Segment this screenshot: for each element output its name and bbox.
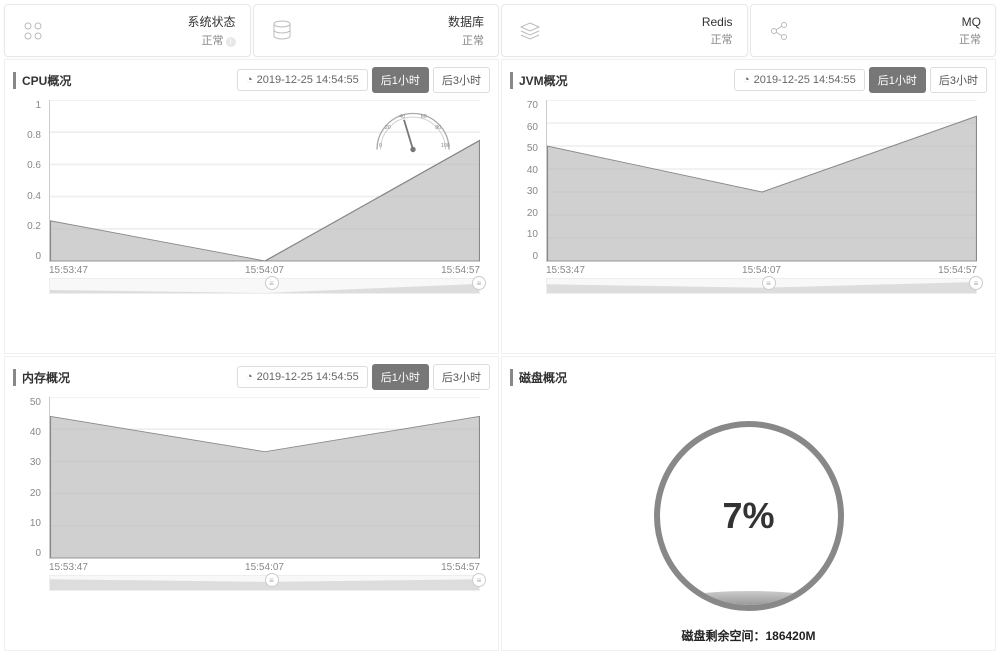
panel-title-cpu: CPU概况: [13, 72, 71, 89]
range-1h-button[interactable]: 后1小时: [372, 67, 429, 93]
svg-text:100: 100: [441, 143, 450, 149]
y-axis: 10.80.60.40.20: [13, 100, 45, 262]
disk-fill: [660, 591, 838, 605]
layers-icon: [516, 17, 544, 45]
range-3h-button[interactable]: 后3小时: [433, 364, 490, 390]
status-card-redis[interactable]: Redis 正常: [501, 4, 748, 57]
status-value: 正常i: [187, 32, 235, 48]
panel-jvm: JVM概况 ◔ 2019-12-25 14:54:55 后1小时 后3小时 70…: [501, 59, 996, 354]
slider-handle[interactable]: ≡: [762, 276, 776, 290]
status-title: MQ: [959, 15, 981, 29]
range-slider[interactable]: ≡ ≡: [546, 278, 977, 294]
status-value: 正常: [702, 31, 733, 47]
info-icon: i: [226, 37, 236, 47]
svg-text:80: 80: [435, 125, 441, 131]
y-axis: 706050403020100: [510, 100, 542, 262]
database-icon: [268, 17, 296, 45]
datetime-value: 2019-12-25 14:54:55: [257, 74, 359, 86]
status-title: Redis: [702, 15, 733, 29]
disk-gauge: 7%: [654, 421, 844, 611]
x-axis: 15:53:4715:54:0715:54:57: [49, 562, 480, 573]
status-title: 数据库: [448, 13, 484, 30]
y-axis: 50403020100: [13, 397, 45, 559]
range-3h-button[interactable]: 后3小时: [930, 67, 987, 93]
share-icon: [765, 17, 793, 45]
datetime-picker[interactable]: ◔ 2019-12-25 14:54:55: [237, 69, 368, 91]
status-card-database[interactable]: 数据库 正常: [253, 4, 500, 57]
clock-icon: ◔: [246, 371, 253, 383]
datetime-picker[interactable]: ◔ 2019-12-25 14:54:55: [734, 69, 865, 91]
datetime-value: 2019-12-25 14:54:55: [257, 371, 359, 383]
status-value: 正常: [448, 32, 484, 48]
status-card-mq[interactable]: MQ 正常: [750, 4, 997, 57]
panel-cpu: CPU概况 ◔ 2019-12-25 14:54:55 后1小时 后3小时 0 2…: [4, 59, 499, 354]
slider-handle[interactable]: ≡: [472, 276, 486, 290]
slider-handle[interactable]: ≡: [472, 573, 486, 587]
status-title: 系统状态: [187, 13, 235, 30]
datetime-value: 2019-12-25 14:54:55: [754, 74, 856, 86]
clock-icon: ◔: [743, 74, 750, 86]
x-axis: 15:53:4715:54:0715:54:57: [546, 265, 977, 276]
panel-title-disk: 磁盘概况: [510, 369, 567, 386]
panel-title-jvm: JVM概况: [510, 72, 568, 89]
svg-text:40: 40: [399, 114, 405, 120]
x-axis: 15:53:4715:54:0715:54:57: [49, 265, 480, 276]
range-1h-button[interactable]: 后1小时: [869, 67, 926, 93]
chart-mem: 50403020100 15:53:4715:54:0715:54:57 ≡ ≡: [13, 391, 490, 591]
svg-text:0: 0: [379, 143, 382, 149]
range-slider[interactable]: ≡ ≡: [49, 278, 480, 294]
disk-free-label: 磁盘剩余空间：186420M: [681, 627, 815, 644]
range-slider[interactable]: ≡ ≡: [49, 575, 480, 591]
datetime-picker[interactable]: ◔ 2019-12-25 14:54:55: [237, 366, 368, 388]
status-value: 正常: [959, 31, 981, 47]
range-1h-button[interactable]: 后1小时: [372, 364, 429, 390]
chart-jvm: 706050403020100 15:53:4715:54:0715:54:57…: [510, 94, 987, 294]
slider-handle[interactable]: ≡: [265, 573, 279, 587]
grid-icon: [19, 17, 47, 45]
svg-text:60: 60: [421, 114, 427, 120]
svg-text:20: 20: [385, 125, 391, 131]
slider-handle[interactable]: ≡: [265, 276, 279, 290]
panel-title-mem: 内存概况: [13, 369, 70, 386]
range-3h-button[interactable]: 后3小时: [433, 67, 490, 93]
slider-handle[interactable]: ≡: [969, 276, 983, 290]
status-card-system[interactable]: 系统状态 正常i: [4, 4, 251, 57]
disk-percent: 7%: [722, 495, 774, 537]
gauge-widget: 0 20 40 60 80 100: [368, 100, 458, 160]
clock-icon: ◔: [246, 74, 253, 86]
